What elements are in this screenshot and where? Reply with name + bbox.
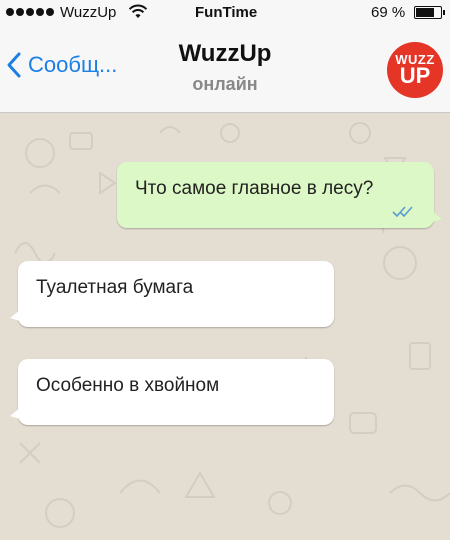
message-text: Особенно в хвойном [36, 375, 220, 396]
signal-strength-icon [6, 8, 54, 16]
chat-area[interactable]: Что самое главное в лесу? Туалетная бума… [0, 113, 450, 540]
message-text: Туалетная бумага [36, 277, 194, 298]
battery-icon [414, 6, 445, 19]
double-check-icon [392, 206, 413, 218]
message-outgoing[interactable]: Что самое главное в лесу? [117, 162, 442, 228]
status-bar: WuzzUp FunTime 69 % [0, 0, 450, 26]
battery-percentage: 69 % [371, 4, 406, 21]
status-time: FunTime [195, 4, 258, 21]
message-text: Что самое главное в лесу? [135, 178, 374, 199]
message-incoming[interactable]: Особенно в хвойном [10, 359, 334, 425]
contact-status: онлайн [192, 74, 258, 94]
contact-name[interactable]: WuzzUp [0, 40, 450, 68]
contact-avatar[interactable]: WUZZ UP [387, 42, 443, 98]
message-incoming[interactable]: Туалетная бумага [10, 261, 334, 327]
wifi-icon [128, 4, 148, 24]
avatar-logo-line2: UP [399, 63, 431, 88]
carrier-name: WuzzUp [60, 4, 117, 21]
chat-header: Сообщ... WuzzUp онлайн WUZZ UP [0, 26, 450, 113]
